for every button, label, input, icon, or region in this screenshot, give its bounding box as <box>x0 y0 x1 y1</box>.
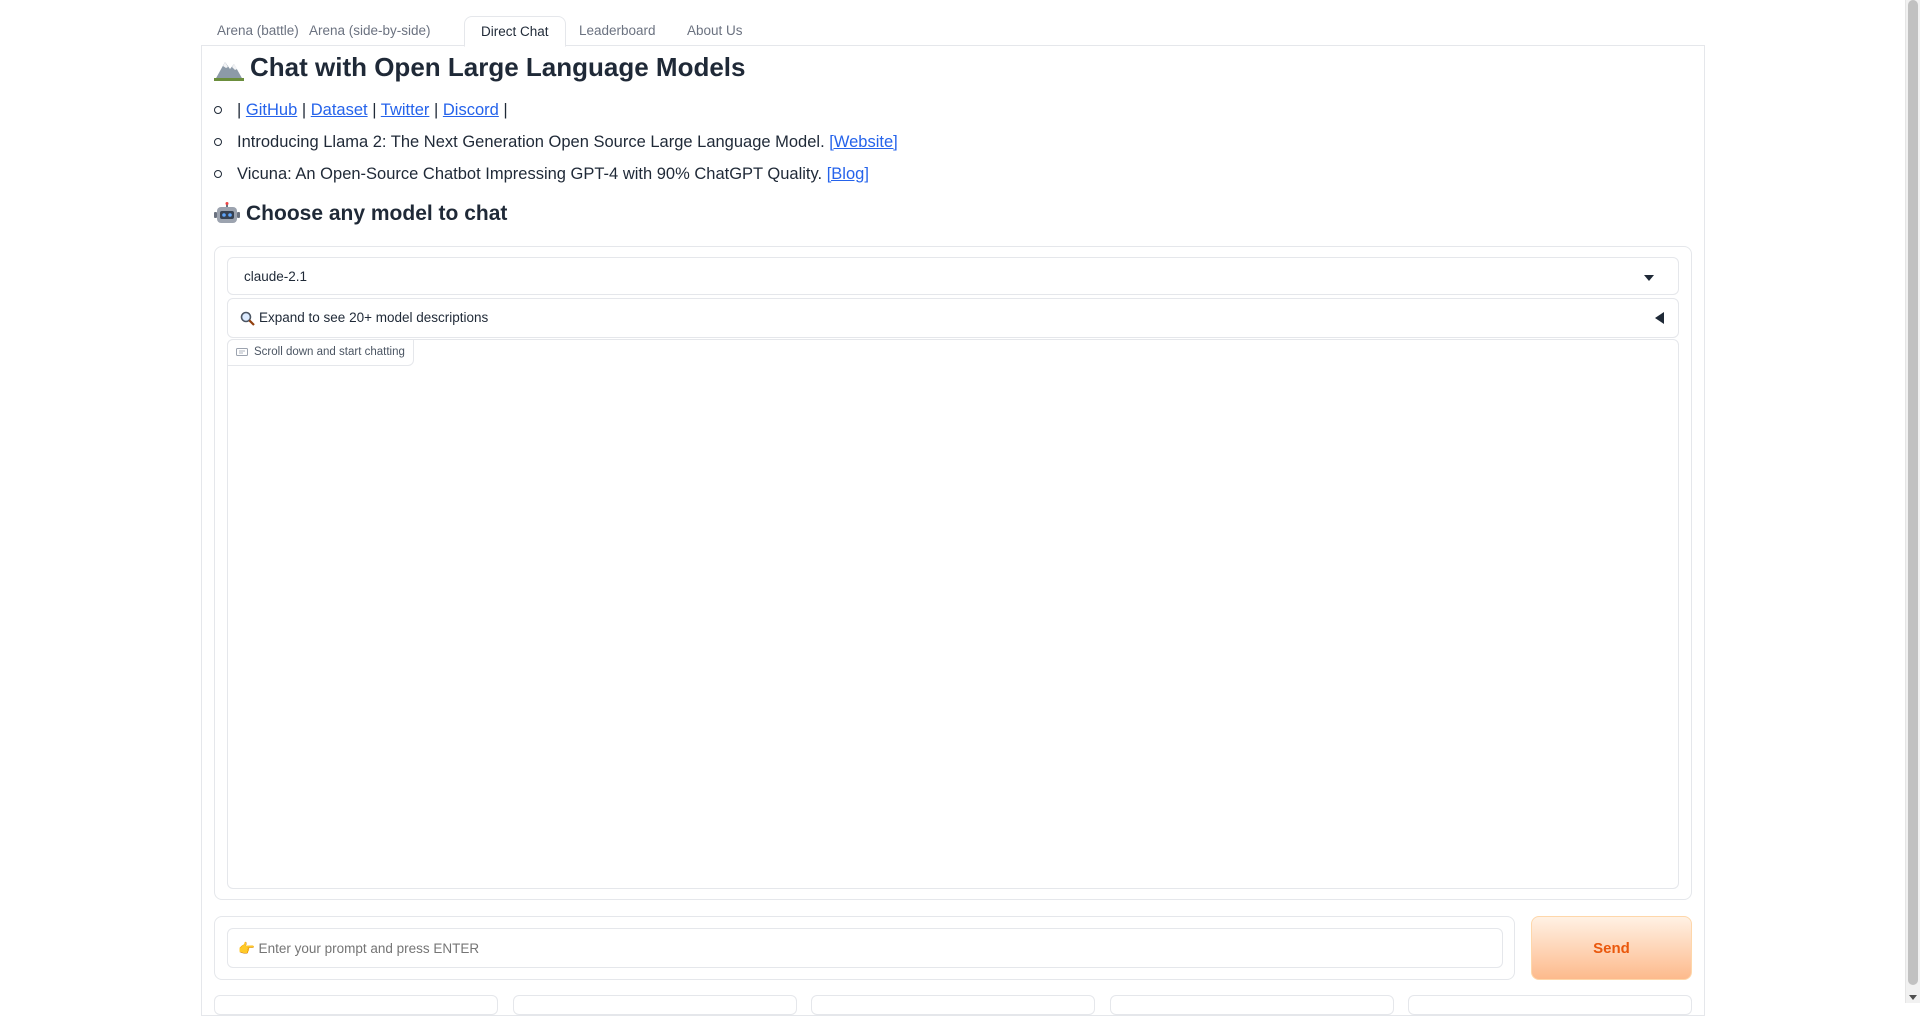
magnifier-icon <box>240 311 255 326</box>
discord-link[interactable]: Discord <box>443 101 499 119</box>
mountain-icon <box>214 61 244 81</box>
action-button[interactable] <box>811 995 1095 1015</box>
page-title-text: Chat with Open Large Language Models <box>250 52 746 82</box>
chatbot-area[interactable] <box>227 339 1679 889</box>
twitter-link[interactable]: Twitter <box>381 101 430 119</box>
action-button[interactable] <box>214 995 498 1015</box>
page-title: Chat with Open Large Language Models <box>214 52 746 83</box>
list-item: Vicuna: An Open-Source Chatbot Impressin… <box>214 158 898 190</box>
scroll-down-icon[interactable] <box>1909 995 1917 1000</box>
model-select[interactable]: claude-2.1 <box>227 257 1679 295</box>
chatbot-label-text: Scroll down and start chatting <box>254 346 405 358</box>
vicuna-blog-link[interactable]: [Blog] <box>827 165 869 183</box>
scrollbar-thumb[interactable] <box>1908 0 1918 985</box>
tab-direct-chat[interactable]: Direct Chat <box>464 16 566 47</box>
llama-announcement: Introducing Llama 2: The Next Generation… <box>237 133 825 151</box>
announcement-list: | GitHub | Dataset | Twitter | Discord |… <box>214 94 898 190</box>
chevron-down-icon[interactable] <box>1644 275 1654 281</box>
section-title-text: Choose any model to chat <box>246 202 508 225</box>
collapse-triangle-icon[interactable] <box>1655 312 1664 324</box>
send-button[interactable]: Send <box>1531 916 1692 980</box>
tab-arena-side-by-side[interactable]: Arena (side-by-side) <box>293 16 447 47</box>
page-scrollbar[interactable] <box>1905 0 1920 1003</box>
chat-bubble-icon <box>236 347 248 356</box>
action-button[interactable] <box>1408 995 1692 1015</box>
tab-bar: Arena (battle) Arena (side-by-side) Dire… <box>201 16 1705 47</box>
action-button[interactable] <box>513 995 797 1015</box>
list-item: | GitHub | Dataset | Twitter | Discord | <box>214 94 898 126</box>
robot-icon <box>214 202 240 223</box>
section-title: Choose any model to chat <box>214 202 507 226</box>
action-button[interactable] <box>1110 995 1394 1015</box>
vicuna-announcement: Vicuna: An Open-Source Chatbot Impressin… <box>237 165 823 183</box>
llama-website-link[interactable]: [Website] <box>829 133 897 151</box>
tab-about-us[interactable]: About Us <box>671 16 759 47</box>
github-link[interactable]: GitHub <box>246 101 297 119</box>
model-select-value: claude-2.1 <box>244 269 308 284</box>
chatbot-label: Scroll down and start chatting <box>227 339 414 366</box>
dataset-link[interactable]: Dataset <box>311 101 368 119</box>
accordion-label: Expand to see 20+ model descriptions <box>259 310 489 325</box>
list-item: Introducing Llama 2: The Next Generation… <box>214 126 898 158</box>
model-descriptions-accordion[interactable]: Expand to see 20+ model descriptions <box>227 298 1679 338</box>
prompt-input[interactable] <box>227 928 1503 968</box>
tab-leaderboard[interactable]: Leaderboard <box>563 16 672 47</box>
